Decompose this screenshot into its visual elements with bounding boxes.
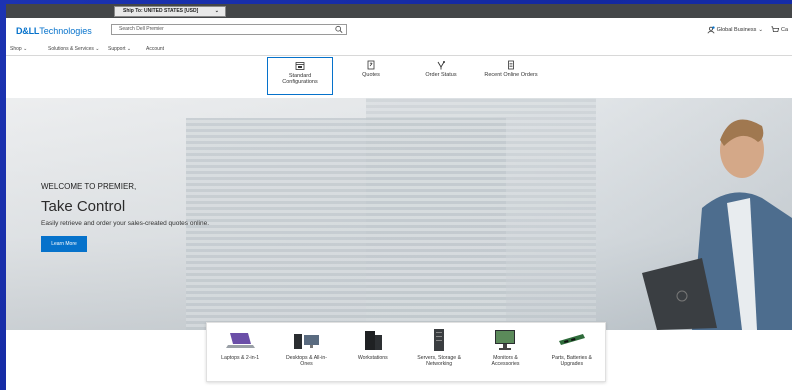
chevron-down-icon: ⌄ (23, 46, 28, 52)
building-tower-image (366, 98, 596, 330)
category-desktops[interactable]: Desktops & All-in- Ones (273, 323, 339, 381)
chevron-down-icon: ⌄ (214, 8, 219, 14)
cart-link[interactable]: Ca (771, 26, 788, 34)
tile-label-2: Configurations (282, 79, 318, 85)
category-servers[interactable]: Servers, Storage & Networking (406, 323, 472, 381)
desktop-image (294, 334, 320, 349)
tile-order-status[interactable]: Order Status (416, 57, 466, 95)
monitor-image (495, 330, 516, 350)
tile-recent-online-orders[interactable]: Recent Online Orders (479, 57, 543, 95)
chevron-down-icon: ⌄ (95, 46, 100, 52)
category-parts[interactable]: Parts, Batteries & Upgrades (539, 323, 605, 381)
hero-banner: WELCOME TO PREMIER, Take Control Easily … (6, 98, 792, 330)
server-image (434, 329, 445, 351)
global-business-menu[interactable]: Global Business ⌄ (707, 26, 763, 34)
product-categories: Laptops & 2-in-1 Desktops & All-in- Ones… (206, 322, 606, 382)
category-label-2: Ones (300, 361, 313, 367)
nav-shop[interactable]: Shop ⌄ (10, 46, 27, 52)
nav-account-label: Account (146, 46, 165, 52)
category-label-2: Accessories (491, 361, 520, 367)
order-status-icon (437, 61, 445, 70)
category-workstations[interactable]: Workstations (340, 323, 406, 381)
logo-brand: D&LL (16, 26, 40, 36)
document-icon (508, 60, 514, 70)
configurations-icon (295, 62, 305, 70)
tile-label: Quotes (362, 72, 380, 78)
ship-to-label: Ship To: UNITED STATES [USD] (123, 8, 199, 14)
memory-module-image (558, 334, 585, 345)
main-nav: Shop ⌄ Solutions & Services ⌄ Support ⌄ … (6, 45, 792, 56)
nav-support[interactable]: Support ⌄ (108, 46, 131, 52)
cart-label: Ca (780, 27, 788, 33)
category-label: Laptops & 2-in-1 (221, 355, 260, 361)
tile-quotes[interactable]: Quotes (354, 57, 388, 95)
businessman-with-laptop-image (642, 119, 792, 330)
logo-text: Technologies (39, 26, 92, 36)
tile-standard-configurations[interactable]: Standard Configurations (267, 57, 333, 95)
masthead-actions: Global Business ⌄ Ca (707, 26, 788, 34)
nav-account[interactable]: Account (146, 46, 164, 52)
chevron-down-icon: ⌄ (758, 27, 763, 33)
quick-links: Standard Configurations Quotes Order Sta… (6, 55, 792, 102)
category-label-2: Upgrades (560, 361, 584, 367)
browser-page: Ship To: UNITED STATES [USD] ⌄ D&LLTechn… (6, 4, 792, 390)
search-placeholder: Search Dell Premier (119, 26, 164, 32)
chevron-down-icon: ⌄ (126, 46, 132, 52)
tile-label: Recent Online Orders (484, 72, 538, 78)
laptop-image (226, 333, 256, 348)
ship-to-select[interactable]: Ship To: UNITED STATES [USD] ⌄ (114, 6, 226, 17)
welcome-text: WELCOME TO PREMIER, (41, 182, 137, 191)
tile-label: Order Status (425, 72, 457, 78)
hero-headline: Take Control (41, 198, 126, 215)
ship-to-bar: Ship To: UNITED STATES [USD] ⌄ (6, 4, 792, 18)
nav-solutions-label: Solutions & Services (48, 46, 94, 52)
nav-support-label: Support (108, 46, 126, 52)
cart-icon (771, 26, 779, 32)
category-label-2: Networking (426, 361, 453, 367)
category-laptops[interactable]: Laptops & 2-in-1 (207, 323, 273, 381)
nav-solutions[interactable]: Solutions & Services ⌄ (48, 46, 99, 52)
masthead: D&LLTechnologies Search Dell Premier Glo… (6, 18, 792, 45)
category-monitors[interactable]: Monitors & Accessories (472, 323, 538, 381)
quote-icon (367, 60, 375, 70)
workstation-image (364, 331, 382, 350)
search-input[interactable]: Search Dell Premier (111, 24, 347, 35)
dell-logo[interactable]: D&LLTechnologies (16, 26, 92, 36)
search-icon[interactable] (335, 25, 343, 34)
nav-shop-label: Shop (10, 46, 22, 52)
global-business-label: Global Business (716, 27, 757, 33)
learn-more-button[interactable]: Learn More (41, 236, 87, 252)
user-icon (707, 26, 715, 34)
category-label: Workstations (357, 355, 388, 361)
hero-subtext: Easily retrieve and order your sales-cre… (41, 220, 210, 227)
